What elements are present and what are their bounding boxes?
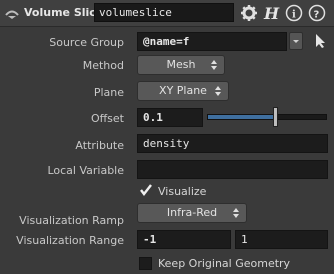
vis-ramp-dropdown[interactable]: Infra-Red <box>137 203 247 223</box>
plane-label: Plane <box>93 86 124 99</box>
node-name-field[interactable]: volumeslice <box>94 3 234 22</box>
vis-range-label: Visualization Range <box>16 234 124 247</box>
offset-slider-fill <box>208 115 273 119</box>
offset-field[interactable]: 0.1 <box>137 108 203 127</box>
visualize-label: Visualize <box>158 185 207 198</box>
node-type-label: Volume Slice <box>24 6 104 19</box>
keep-original-label: Keep Original Geometry <box>158 257 291 270</box>
vis-ramp-value: Infra-Red <box>166 206 218 219</box>
local-variable-label: Local Variable <box>47 164 124 177</box>
vis-range-min-field[interactable]: -1 <box>137 230 231 249</box>
plane-value: XY Plane <box>159 84 207 97</box>
offset-label: Offset <box>90 112 124 125</box>
source-group-label: Source Group <box>49 36 124 49</box>
method-value: Mesh <box>166 58 196 71</box>
method-label: Method <box>82 59 124 72</box>
attribute-field[interactable]: density <box>137 134 328 153</box>
attribute-label: Attribute <box>75 139 124 152</box>
plane-dropdown[interactable]: XY Plane <box>137 81 229 101</box>
parameter-header: Volume Slice volumeslice H i ? <box>0 0 334 27</box>
chevron-down-icon <box>293 40 299 43</box>
visualize-checkbox[interactable] <box>139 183 153 197</box>
svg-text:?: ? <box>314 10 320 21</box>
question-icon[interactable]: ? <box>308 4 326 22</box>
vis-ramp-label: Visualization Ramp <box>19 214 124 227</box>
vis-range-max-field[interactable]: 1 <box>235 230 328 249</box>
local-variable-field[interactable] <box>137 160 328 179</box>
select-arrow-icon[interactable] <box>313 33 327 49</box>
info-icon[interactable]: i <box>285 4 303 22</box>
keep-original-checkbox[interactable] <box>139 257 152 270</box>
updown-arrows-icon <box>215 86 221 96</box>
group-menu-button[interactable] <box>289 32 303 50</box>
offset-slider-handle[interactable] <box>273 107 278 127</box>
updown-arrows-icon <box>233 208 239 218</box>
help-h-icon[interactable]: H <box>262 4 280 22</box>
svg-text:i: i <box>292 10 296 21</box>
gear-icon[interactable] <box>240 4 258 22</box>
method-dropdown[interactable]: Mesh <box>137 55 225 75</box>
offset-slider-track[interactable] <box>207 114 327 120</box>
node-menu-icon[interactable] <box>4 6 20 20</box>
updown-arrows-icon <box>211 60 217 70</box>
source-group-field[interactable]: @name=f <box>137 32 287 51</box>
svg-text:H: H <box>263 4 280 22</box>
